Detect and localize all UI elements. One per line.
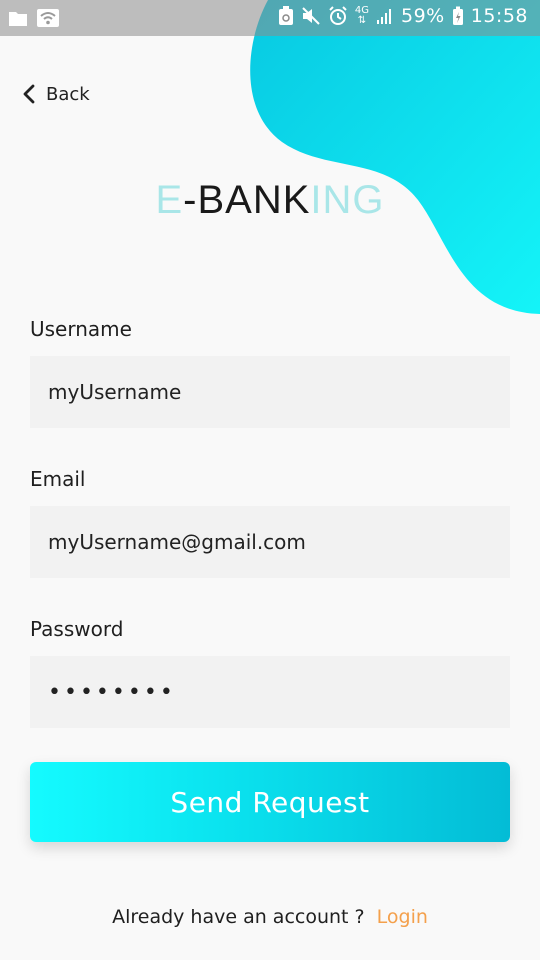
logo-part-e: E xyxy=(155,178,184,222)
wifi-icon xyxy=(36,8,60,28)
login-prompt-text: Already have an account ? xyxy=(112,906,365,928)
password-input[interactable] xyxy=(30,656,510,728)
password-label: Password xyxy=(30,617,124,641)
username-input[interactable] xyxy=(30,356,510,428)
recycle-battery-icon xyxy=(278,6,294,26)
network-type: 4G ⇅ xyxy=(354,5,369,26)
folder-icon xyxy=(8,9,28,27)
email-group: Email xyxy=(30,462,510,578)
logo-part-ing: ING xyxy=(310,178,385,222)
app-logo: E-BANKING xyxy=(0,178,540,223)
mute-icon xyxy=(301,6,321,26)
login-prompt: Already have an account ? Login xyxy=(0,906,540,928)
login-link[interactable]: Login xyxy=(377,906,428,928)
battery-percent: 59% xyxy=(401,5,445,27)
alarm-icon xyxy=(328,6,348,26)
back-button[interactable]: Back xyxy=(22,78,90,110)
password-group: Password xyxy=(30,612,510,728)
back-label: Back xyxy=(46,83,90,105)
signal-icon xyxy=(376,7,394,25)
username-group: Username xyxy=(30,312,510,428)
logo-part-bank: -BANK xyxy=(183,178,311,222)
clock: 15:58 xyxy=(470,5,528,27)
battery-icon xyxy=(452,6,464,26)
send-request-button[interactable]: Send Request xyxy=(30,762,510,842)
username-label: Username xyxy=(30,317,132,341)
status-bar: 4G ⇅ 59% 15:58 xyxy=(0,0,540,36)
back-chevron-icon xyxy=(22,84,36,104)
email-label: Email xyxy=(30,467,86,491)
decorative-blob xyxy=(0,0,540,330)
registration-form: Username Email Password xyxy=(30,312,510,728)
email-input[interactable] xyxy=(30,506,510,578)
